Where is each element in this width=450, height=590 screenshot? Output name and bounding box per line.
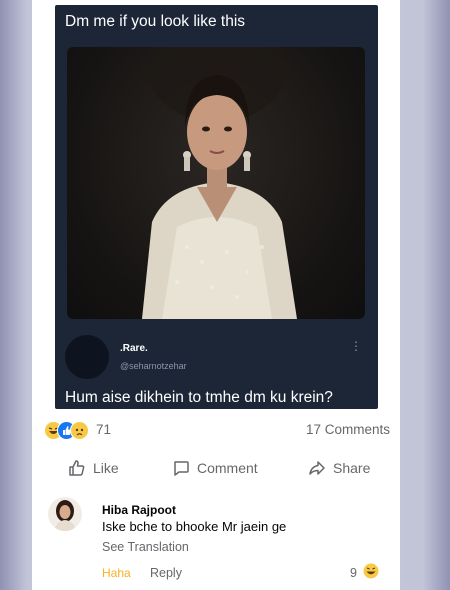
share-arrow-icon xyxy=(309,461,325,475)
tweet-author-name: .Rare. xyxy=(120,343,148,354)
haha-emoji-icon xyxy=(363,563,379,579)
woman-portrait-illustration xyxy=(142,47,297,319)
reaction-count: 71 xyxy=(96,422,112,437)
thumbs-up-icon xyxy=(69,460,85,476)
comment-button[interactable]: Comment xyxy=(172,459,258,477)
comments-count-link[interactable]: 17 Comments xyxy=(306,422,390,437)
share-label: Share xyxy=(333,460,371,476)
tweet-text: Hum aise dikhein to tmhe dm ku krein? xyxy=(65,389,333,406)
like-label: Like xyxy=(93,460,119,476)
commenter-avatar[interactable] xyxy=(48,497,82,531)
shared-post-image[interactable]: Dm me if you look like this .Rare. @seha… xyxy=(55,5,378,409)
post-caption: Dm me if you look like this xyxy=(65,13,246,30)
more-options-icon[interactable]: ⋮ xyxy=(350,339,362,353)
comment-reply-button[interactable]: Reply xyxy=(150,566,182,580)
portrait-photo[interactable] xyxy=(67,47,365,319)
share-button[interactable]: Share xyxy=(308,459,370,477)
tweet-author-handle: @seharnotzehar xyxy=(120,361,187,371)
tweet-avatar[interactable] xyxy=(65,335,109,379)
comment-reaction-count: 9 xyxy=(350,566,357,580)
comment-haha-button[interactable]: Haha xyxy=(102,566,131,580)
comment-text: Iske bche to bhooke Mr jaein ge xyxy=(102,519,287,534)
tweet-header: .Rare. @seharnotzehar ⋮ Hum aise dikhein… xyxy=(55,323,378,409)
post-actions-bar: Like Comment Share xyxy=(32,455,400,483)
comment-author[interactable]: Hiba Rajpoot xyxy=(102,503,176,517)
sad-reaction-icon xyxy=(70,421,89,440)
comment-label: Comment xyxy=(197,460,258,476)
comment-icon xyxy=(174,461,189,476)
like-button[interactable]: Like xyxy=(68,459,119,477)
see-translation-link[interactable]: See Translation xyxy=(102,540,189,554)
